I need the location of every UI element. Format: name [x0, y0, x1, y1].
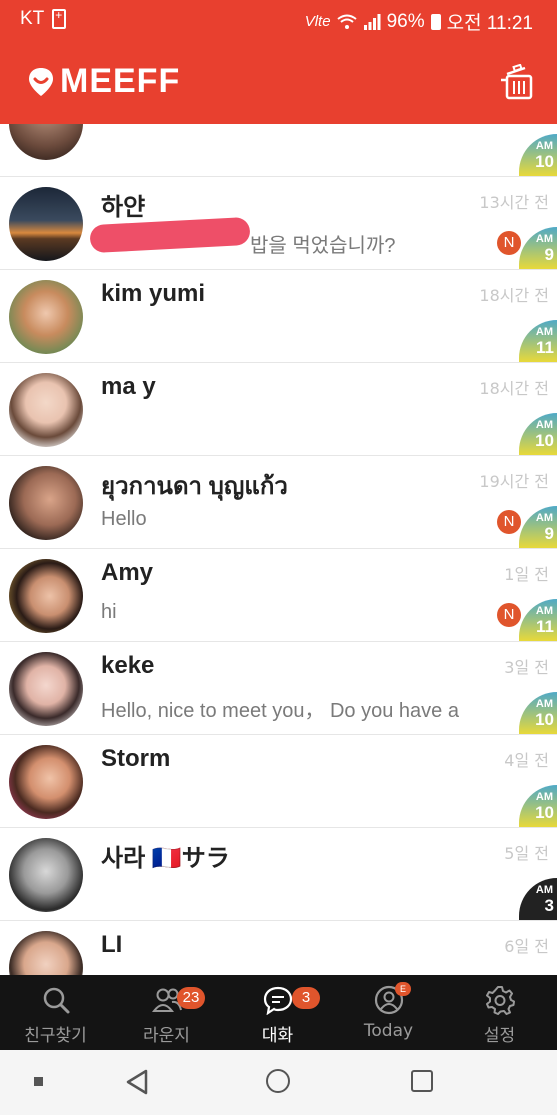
avatar — [9, 559, 83, 633]
chat-time: 4일 전 — [504, 751, 549, 770]
chat-row[interactable]: 하얀 밥을 먹었습니까? 13시간 전 N AM 9 — [0, 177, 557, 270]
new-message-badge: N — [497, 510, 521, 534]
time-of-day-badge: AM 10 — [519, 134, 557, 176]
avatar — [9, 187, 83, 261]
chat-row[interactable]: LI 6일 전 — [0, 921, 557, 975]
brand-name: MEEFF — [60, 62, 181, 100]
lounge-badge: 23 — [177, 987, 205, 1009]
home-icon[interactable] — [266, 1069, 290, 1093]
chat-row[interactable]: keke Hello, nice to meet you， Do you hav… — [0, 642, 557, 735]
chat-time: 1일 전 — [504, 565, 549, 584]
signal-icon — [363, 13, 381, 30]
time-of-day-badge: AM 10 — [519, 413, 557, 455]
chat-badge: 3 — [292, 987, 320, 1009]
delete-chats-icon[interactable] — [499, 64, 539, 100]
time-of-day-badge: AM 10 — [519, 692, 557, 734]
chat-name: Amy — [101, 559, 154, 586]
wifi-icon — [336, 14, 357, 29]
chat-bubble-icon — [263, 986, 292, 1015]
charging-icon — [52, 8, 67, 29]
new-message-badge: N — [497, 231, 521, 255]
chat-row[interactable]: ยุวกานดา บุญแก้ว Hello 19시간 전 N AM 9 — [0, 456, 557, 549]
event-badge: E — [395, 982, 411, 996]
chat-time: 19시간 전 — [479, 472, 549, 491]
tab-lounge[interactable]: 23 라운지 — [111, 975, 222, 1050]
battery-icon — [430, 13, 441, 30]
chat-preview: Hello, nice to meet you， Do you have a — [101, 700, 459, 722]
chat-list[interactable]: AM 10 하얀 밥을 먹었습니까? 13시간 전 N AM 9 kim yumi … — [0, 124, 557, 975]
recent-apps-icon[interactable] — [411, 1070, 433, 1092]
time-of-day-badge: AM 10 — [519, 785, 557, 827]
avatar — [9, 466, 83, 540]
gear-icon — [485, 986, 515, 1015]
chat-preview: 밥을 먹었습니까? — [250, 235, 396, 257]
brand-logo[interactable]: MEEFF — [28, 62, 180, 101]
clock: 오전 11:21 — [446, 13, 533, 34]
avatar — [9, 931, 83, 975]
chat-row[interactable]: 사라 🇫🇷サラ 5일 전 AM 3 — [0, 828, 557, 921]
tab-label: 친구찾기 — [24, 1026, 87, 1046]
redaction-mark — [89, 216, 251, 254]
meeff-logo-icon — [29, 67, 53, 96]
chat-name: kim yumi — [101, 280, 206, 307]
chat-name: Storm — [101, 745, 171, 772]
app-header: MEEFF — [0, 40, 557, 124]
tab-today[interactable]: E Today — [333, 975, 444, 1050]
chat-name: LI — [101, 931, 123, 958]
battery-percent: 96% — [386, 10, 425, 32]
notification-dot-icon — [34, 1077, 43, 1086]
tab-chat[interactable]: 3 대화 — [222, 975, 333, 1050]
tab-label: Today — [363, 1021, 414, 1041]
avatar — [9, 124, 83, 160]
chat-time: 18시간 전 — [479, 286, 549, 305]
search-icon — [43, 987, 69, 1014]
back-icon[interactable] — [124, 1068, 150, 1096]
time-of-day-badge: AM 9 — [519, 506, 557, 548]
tab-label: 대화 — [261, 1026, 294, 1046]
time-of-day-badge: AM 11 — [519, 599, 557, 641]
avatar — [9, 652, 83, 726]
avatar — [9, 373, 83, 447]
carrier-label: KT — [20, 8, 45, 29]
avatar — [9, 280, 83, 354]
chat-name: 사라 🇫🇷サラ — [101, 845, 230, 872]
time-of-day-badge: AM 11 — [519, 320, 557, 362]
tab-find-friends[interactable]: 친구찾기 — [0, 975, 111, 1050]
chat-row[interactable]: Amy hi 1일 전 N AM 11 — [0, 549, 557, 642]
time-of-day-badge: AM 3 — [519, 878, 557, 920]
new-message-badge: N — [497, 603, 521, 627]
tab-label: 라운지 — [143, 1026, 190, 1046]
volte-label: Vlte — [304, 13, 331, 30]
chat-row[interactable]: Storm 4일 전 AM 10 — [0, 735, 557, 828]
chat-row[interactable]: kim yumi 18시간 전 AM 11 — [0, 270, 557, 363]
chat-time: 18시간 전 — [479, 379, 549, 398]
chat-name: ma y — [101, 373, 156, 400]
chat-name: keke — [101, 652, 155, 679]
bottom-navigation: 친구찾기 23 라운지 3 대화 E Today 설정 — [0, 975, 557, 1050]
avatar — [9, 745, 83, 819]
chat-preview: hi — [101, 601, 117, 623]
chat-preview: Hello — [101, 508, 147, 530]
tab-settings[interactable]: 설정 — [444, 975, 555, 1050]
chat-name: 하얀 — [101, 194, 146, 221]
system-navigation-bar — [0, 1050, 557, 1115]
chat-name: ยุวกานดา บุญแก้ว — [101, 473, 288, 500]
chat-row[interactable]: ma y 18시간 전 AM 10 — [0, 363, 557, 456]
status-bar: KT Vlte 96% 오전 11:21 — [0, 0, 557, 40]
avatar — [9, 838, 83, 912]
chat-row[interactable]: AM 10 — [0, 124, 557, 177]
time-of-day-badge: AM 9 — [519, 227, 557, 269]
chat-time: 5일 전 — [504, 844, 549, 863]
chat-time: 6일 전 — [504, 937, 549, 956]
chat-time: 13시간 전 — [479, 193, 549, 212]
chat-time: 3일 전 — [504, 658, 549, 677]
tab-label: 설정 — [483, 1026, 516, 1046]
